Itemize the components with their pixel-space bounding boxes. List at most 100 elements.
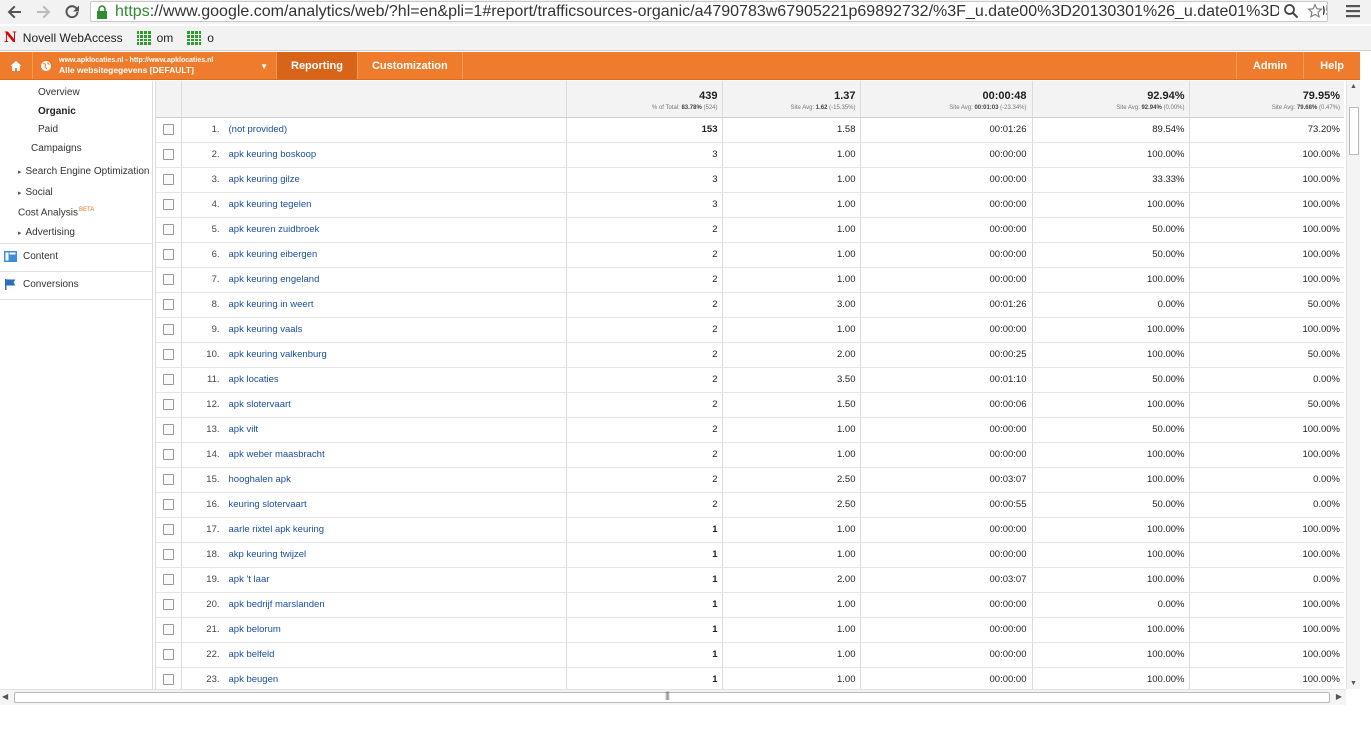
keyword-link[interactable]: apk belfeld (229, 649, 275, 660)
row-checkbox[interactable] (162, 373, 174, 385)
scroll-down-icon[interactable]: ▼ (1350, 680, 1357, 687)
keyword-link[interactable]: apk keuring tegelen (229, 199, 312, 210)
tab-reporting[interactable]: Reporting (277, 52, 358, 79)
keyword-link[interactable]: akp keuring twijzel (229, 549, 307, 560)
scroll-thumb[interactable] (14, 692, 1330, 703)
keyword-link[interactable]: apk 't laar (229, 574, 270, 585)
row-checkbox[interactable] (162, 548, 174, 560)
scroll-thumb[interactable] (1349, 107, 1359, 155)
new-visits-cell: 100.00% (1032, 442, 1190, 468)
expand-triangle-icon: ▸ (18, 230, 22, 237)
row-checkbox[interactable] (162, 673, 174, 685)
row-checkbox[interactable] (162, 348, 174, 360)
row-checkbox[interactable] (162, 573, 174, 585)
sidebar-section-label: Conversions (23, 279, 79, 290)
row-checkbox[interactable] (162, 298, 174, 310)
vertical-scrollbar[interactable]: ▲ ▼ (1346, 81, 1360, 689)
bookmark-o[interactable]: o (187, 31, 214, 45)
url-bar[interactable]: https://www.google.com/analytics/web/?hl… (90, 1, 1328, 22)
row-checkbox[interactable] (162, 198, 174, 210)
keyword-link[interactable]: apk vilt (229, 424, 259, 435)
keyword-link[interactable]: apk keuring engeland (229, 274, 320, 285)
keyword-link[interactable]: apk keuring boskoop (229, 149, 317, 160)
row-checkbox[interactable] (162, 473, 174, 485)
row-checkbox[interactable] (162, 123, 174, 135)
total-new-visits: 92.94% (1147, 90, 1185, 102)
row-number: 5. (211, 224, 220, 235)
row-checkbox[interactable] (162, 523, 174, 535)
row-checkbox[interactable] (162, 648, 174, 660)
scroll-left-icon[interactable]: ◀ (2, 692, 8, 701)
keyword-link[interactable]: apk keuren zuidbroek (229, 224, 320, 235)
row-checkbox[interactable] (162, 173, 174, 185)
row-checkbox[interactable] (162, 448, 174, 460)
keyword-link[interactable]: apk keuring vaals (229, 324, 303, 335)
reload-icon[interactable] (61, 1, 83, 23)
sidebar-item-cost-analysis[interactable]: Cost AnalysisBETA (18, 207, 94, 218)
row-checkbox[interactable] (162, 248, 174, 260)
total-label: Site Avg: (790, 105, 815, 111)
sidebar-item-social[interactable]: ▸ Social (18, 187, 53, 198)
help-link[interactable]: Help (1303, 52, 1360, 79)
table-row: 8. apk keuring in weert 2 3.00 00:01:26 0.00%… (156, 292, 1344, 318)
row-checkbox[interactable] (162, 498, 174, 510)
sidebar-item-seo[interactable]: ▸ Search Engine Optimization (18, 166, 149, 177)
tab-customization[interactable]: Customization (358, 52, 463, 79)
sidebar-item-campaigns[interactable]: Campaigns (31, 143, 82, 154)
back-icon[interactable] (4, 1, 26, 23)
keyword-link[interactable]: apk keuring valkenburg (229, 349, 327, 360)
admin-link[interactable]: Admin (1235, 52, 1303, 79)
flag-icon (5, 279, 16, 290)
ga-header: www.apklocaties.nl - http://www.apklocat… (0, 52, 1360, 80)
table-row: 16. keuring slotervaart 2 2.50 00:00:55 50.00… (156, 492, 1344, 518)
new-visits-cell: 100.00% (1032, 342, 1190, 368)
account-selector[interactable]: www.apklocaties.nl - http://www.apklocat… (59, 52, 277, 79)
bookmark-om[interactable]: om (136, 31, 173, 45)
keyword-link[interactable]: apk keuring eibergen (229, 249, 318, 260)
row-checkbox[interactable] (162, 423, 174, 435)
keyword-link[interactable]: apk bedrijf marslanden (229, 599, 325, 610)
forward-icon[interactable] (32, 1, 54, 23)
home-icon[interactable] (0, 52, 33, 79)
keyword-link[interactable]: keuring slotervaart (229, 499, 307, 510)
keyword-link[interactable]: apk beugen (229, 674, 279, 685)
keyword-link[interactable]: apk belorum (229, 624, 281, 635)
row-checkbox[interactable] (162, 398, 174, 410)
search-icon[interactable] (1283, 3, 1299, 19)
sidebar-item-overview[interactable]: Overview (38, 87, 80, 98)
pages-per-visit-cell: 1.00 (722, 142, 861, 168)
keyword-link[interactable]: apk keuring in weert (229, 299, 314, 310)
scroll-right-icon[interactable]: ▶ (1336, 692, 1342, 701)
scroll-up-icon[interactable]: ▲ (1350, 83, 1357, 90)
new-visits-cell: 100.00% (1032, 392, 1190, 418)
row-checkbox[interactable] (162, 148, 174, 160)
sidebar-item-organic[interactable]: Organic (38, 106, 76, 117)
keyword-link[interactable]: apk locaties (229, 374, 279, 385)
row-checkbox[interactable] (162, 623, 174, 635)
row-checkbox[interactable] (162, 273, 174, 285)
star-icon[interactable] (1307, 3, 1323, 19)
row-checkbox[interactable] (162, 598, 174, 610)
row-checkbox[interactable] (162, 323, 174, 335)
new-visits-cell: 50.00% (1032, 417, 1190, 443)
keyword-link[interactable]: aarle rixtel apk keuring (229, 524, 325, 535)
horizontal-scrollbar[interactable]: ◀ ||| ▶ (0, 689, 1346, 705)
sidebar-item-advertising[interactable]: ▸ Advertising (18, 227, 75, 238)
row-number: 13. (206, 424, 220, 435)
total-value: 00:01:03 (974, 105, 999, 111)
keyword-link[interactable]: hooghalen apk (229, 474, 291, 485)
keyword-link[interactable]: (not provided) (229, 124, 288, 135)
keyword-link[interactable]: apk slotervaart (229, 399, 291, 410)
bounce-rate-cell: 100.00% (1189, 617, 1344, 643)
bookmark-novell[interactable]: N Novell WebAccess (4, 30, 123, 46)
keyword-link[interactable]: apk keuring gilze (229, 174, 300, 185)
row-checkbox[interactable] (162, 223, 174, 235)
visits-cell: 2 (566, 367, 723, 393)
sidebar-section-conversions[interactable]: Conversions (4, 279, 79, 290)
pages-per-visit-cell: 1.00 (722, 317, 861, 343)
sidebar-item-paid[interactable]: Paid (38, 124, 58, 135)
keyword-link[interactable]: apk weber maasbracht (229, 449, 325, 460)
menu-icon[interactable] (1345, 2, 1361, 20)
expand-triangle-icon: ▸ (18, 190, 22, 197)
sidebar-section-content[interactable]: Content (4, 251, 58, 262)
